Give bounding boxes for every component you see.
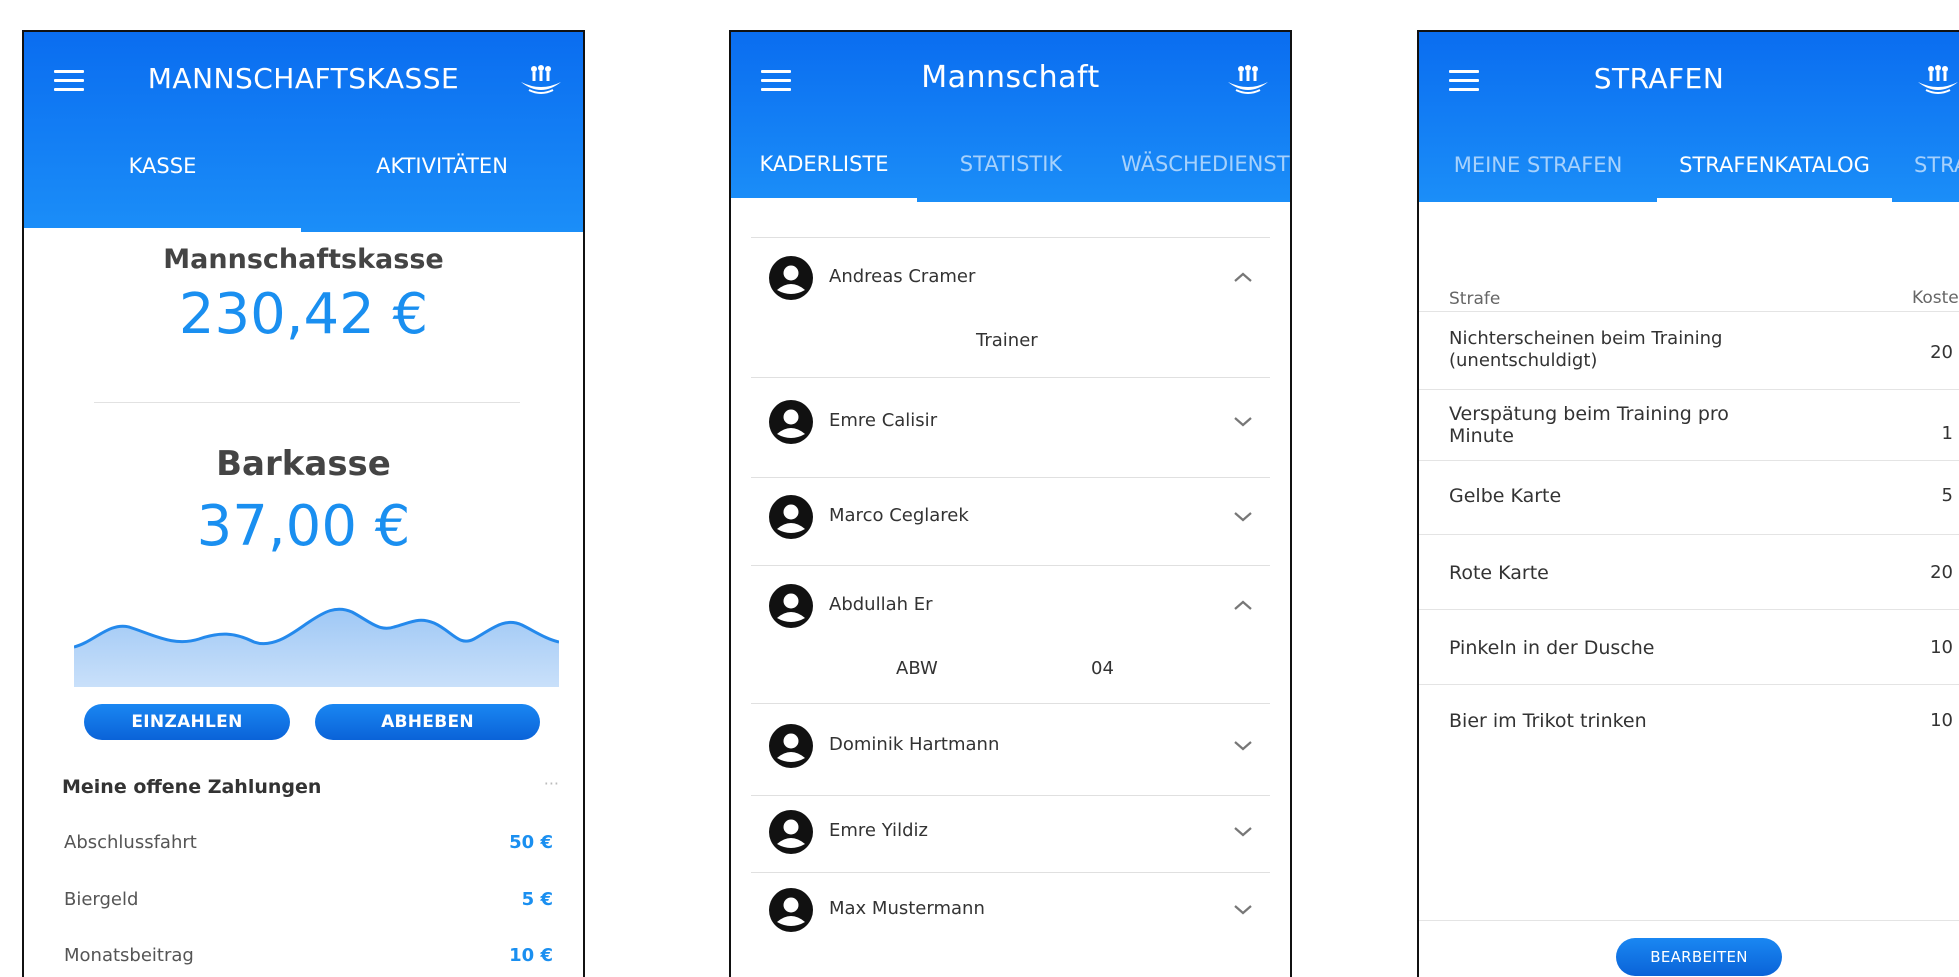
page-title: Mannschaft xyxy=(921,60,1100,95)
app-bar: MANNSCHAFTSKASSE KASSE AKTIVITÄTEN xyxy=(24,32,583,232)
avatar-icon xyxy=(769,400,813,444)
open-payments-heading: Meine offene Zahlungen xyxy=(62,776,322,798)
chevron-down-icon[interactable] xyxy=(1232,509,1254,523)
member-row[interactable]: Emre Yildiz xyxy=(751,795,1270,873)
member-row[interactable]: Abdullah Er ABW 04 xyxy=(751,565,1270,704)
member-position: ABW xyxy=(896,658,938,679)
member-row[interactable]: Emre Calisir xyxy=(751,377,1270,478)
withdraw-button[interactable]: ABHEBEN xyxy=(315,704,540,740)
table-row[interactable]: Gelbe Karte 5 xyxy=(1419,460,1959,535)
tab-meine-strafen[interactable]: MEINE STRAFEN xyxy=(1419,136,1657,202)
tab-strafen[interactable]: STRAFEN xyxy=(1892,136,1959,202)
chevron-down-icon[interactable] xyxy=(1232,824,1254,838)
chevron-down-icon[interactable] xyxy=(1232,738,1254,752)
col-header-cost: Kosten (€) xyxy=(1912,288,1959,308)
member-row[interactable]: Max Mustermann xyxy=(751,872,1270,963)
avatar-icon xyxy=(769,724,813,768)
tab-indicator xyxy=(731,198,917,202)
tab-waeschedienst[interactable]: WÄSCHEDIENST xyxy=(1105,136,1290,202)
avatar-icon xyxy=(769,888,813,932)
member-name: Marco Ceglarek xyxy=(829,505,969,526)
table-row[interactable]: Nichterscheinen beim Training (unentschu… xyxy=(1419,312,1959,390)
table-row[interactable]: Rote Karte 20 xyxy=(1419,534,1959,610)
team-logo-icon xyxy=(1228,65,1268,94)
tab-strafenkatalog[interactable]: STRAFENKATALOG xyxy=(1657,136,1892,202)
tab-kasse[interactable]: KASSE xyxy=(24,134,301,232)
chevron-down-icon[interactable] xyxy=(1232,902,1254,916)
member-row[interactable]: Andreas Cramer Trainer xyxy=(751,237,1270,378)
app-bar: STRAFEN MEINE STRAFEN STRAFENKATALOG STR… xyxy=(1419,32,1959,202)
kasse-screen: MANNSCHAFTSKASSE KASSE AKTIVITÄTEN Manns… xyxy=(22,30,585,977)
team-fund-label: Mannschaftskasse xyxy=(163,244,444,275)
member-name: Emre Calisir xyxy=(829,410,938,431)
member-row[interactable]: Marco Ceglarek xyxy=(751,477,1270,566)
penalty-screen: STRAFEN MEINE STRAFEN STRAFENKATALOG STR… xyxy=(1417,30,1959,977)
app-bar: Mannschaft KADERLISTE STATISTIK WÄSCHEDI… xyxy=(731,32,1290,202)
team-fund-amount: 230,42 € xyxy=(178,282,429,347)
table-row[interactable]: Bier im Trikot trinken 10 xyxy=(1419,684,1959,744)
table-row[interactable]: Verspätung beim Training pro Minute 1 xyxy=(1419,389,1959,461)
tab-statistik[interactable]: STATISTIK xyxy=(917,136,1105,202)
tab-kaderliste[interactable]: KADERLISTE xyxy=(731,136,917,202)
chevron-up-icon[interactable] xyxy=(1232,598,1254,612)
tab-aktivitaeten[interactable]: AKTIVITÄTEN xyxy=(301,134,583,232)
member-role: Trainer xyxy=(976,330,1038,351)
deposit-button[interactable]: EINZAHLEN xyxy=(84,704,290,740)
member-row[interactable]: Dominik Hartmann xyxy=(751,703,1270,796)
team-logo-icon xyxy=(521,65,561,94)
tab-indicator xyxy=(1657,198,1892,202)
edit-button[interactable]: BEARBEITEN xyxy=(1616,938,1782,976)
member-name: Emre Yildiz xyxy=(829,820,928,841)
table-row[interactable]: Pinkeln in der Dusche 10 xyxy=(1419,609,1959,685)
member-name: Andreas Cramer xyxy=(829,266,976,287)
avatar-icon xyxy=(769,256,813,300)
tab-indicator xyxy=(24,228,301,232)
avatar-icon xyxy=(769,810,813,854)
divider xyxy=(94,402,520,403)
team-screen: Mannschaft KADERLISTE STATISTIK WÄSCHEDI… xyxy=(729,30,1292,977)
cash-label: Barkasse xyxy=(216,444,391,484)
member-name: Dominik Hartmann xyxy=(829,734,1000,755)
avatar-icon xyxy=(769,495,813,539)
member-number: 04 xyxy=(1091,658,1114,679)
member-name: Max Mustermann xyxy=(829,898,985,919)
team-logo-icon xyxy=(1918,65,1958,94)
avatar-icon xyxy=(769,584,813,628)
divider xyxy=(1419,920,1959,921)
balance-wave-chart xyxy=(74,607,559,687)
page-title: STRAFEN xyxy=(1593,62,1725,95)
cash-amount: 37,00 € xyxy=(196,494,411,559)
col-header-penalty: Strafe xyxy=(1449,289,1501,309)
more-icon[interactable]: ··· xyxy=(544,774,559,793)
page-title: MANNSCHAFTSKASSE xyxy=(147,62,460,95)
member-name: Abdullah Er xyxy=(829,594,933,615)
chevron-up-icon[interactable] xyxy=(1232,270,1254,284)
table-header: Strafe Kosten (€) xyxy=(1419,247,1959,312)
chevron-down-icon[interactable] xyxy=(1232,414,1254,428)
